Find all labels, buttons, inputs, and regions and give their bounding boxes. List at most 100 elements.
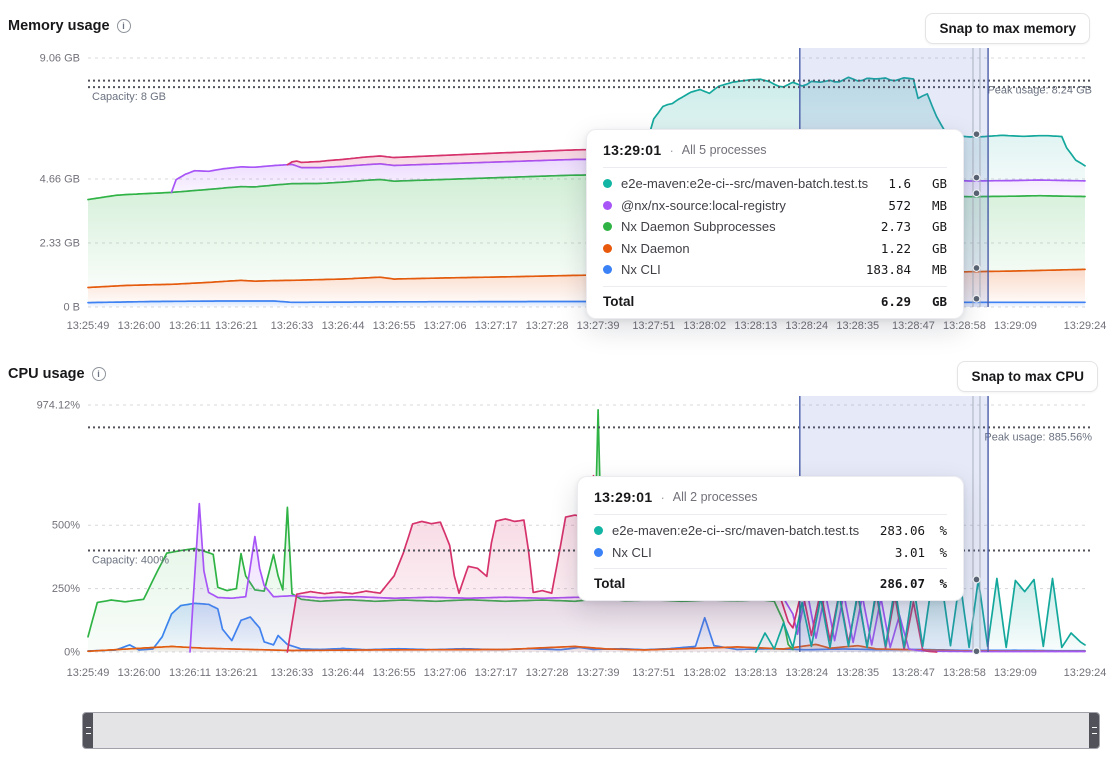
process-unit: MB — [920, 198, 947, 213]
cpu-tooltip: 13:29:01 · All 2 processes e2e-maven:e2e… — [577, 476, 964, 601]
nx-profiler-page: 9.06 GB4.66 GB2.33 GB0 BCapacity: 8 GBPe… — [0, 0, 1118, 761]
svg-text:13:28:35: 13:28:35 — [836, 667, 879, 679]
svg-text:13:25:49: 13:25:49 — [67, 667, 110, 679]
svg-text:13:27:06: 13:27:06 — [424, 667, 467, 679]
svg-text:13:27:17: 13:27:17 — [475, 320, 518, 332]
svg-text:13:27:39: 13:27:39 — [577, 667, 620, 679]
process-name: e2e-maven:e2e-ci--src/maven-batch.test.t… — [621, 176, 879, 191]
process-value: 283.06 — [880, 523, 925, 538]
tooltip-time: 13:29:01 — [594, 489, 652, 505]
tooltip-separator: · — [669, 143, 673, 158]
svg-text:13:28:02: 13:28:02 — [683, 667, 726, 679]
process-name: Nx CLI — [621, 262, 857, 277]
svg-text:0%: 0% — [64, 647, 80, 659]
svg-text:13:27:51: 13:27:51 — [632, 320, 675, 332]
tooltip-row: Nx Daemon Subprocesses 2.73 GB — [603, 216, 947, 238]
svg-text:13:26:44: 13:26:44 — [322, 667, 365, 679]
svg-text:13:25:49: 13:25:49 — [67, 320, 110, 332]
svg-text:13:29:24: 13:29:24 — [1064, 667, 1107, 679]
cpu-info-icon[interactable]: i — [92, 367, 106, 381]
process-unit: GB — [920, 241, 947, 256]
svg-text:9.06 GB: 9.06 GB — [40, 53, 80, 65]
process-name: Nx CLI — [612, 545, 886, 560]
svg-text:13:29:09: 13:29:09 — [994, 667, 1037, 679]
svg-text:974.12%: 974.12% — [37, 399, 81, 411]
scrollbar-handle-right[interactable] — [1089, 713, 1099, 748]
svg-text:500%: 500% — [52, 520, 80, 532]
snap-to-max-cpu-button[interactable]: Snap to max CPU — [957, 361, 1098, 392]
scrollbar-handle-left[interactable] — [83, 713, 93, 748]
process-value: 1.6 — [888, 176, 911, 191]
svg-text:13:26:00: 13:26:00 — [118, 320, 161, 332]
total-value: 6.29 — [881, 294, 911, 309]
memory-tooltip-header: 13:29:01 · All 5 processes — [603, 130, 947, 168]
memory-chart-title: Memory usage — [8, 18, 110, 34]
svg-text:13:27:28: 13:27:28 — [526, 320, 569, 332]
series-dot — [594, 548, 603, 557]
svg-text:13:29:24: 13:29:24 — [1064, 320, 1107, 332]
svg-text:13:27:28: 13:27:28 — [526, 667, 569, 679]
process-value: 183.84 — [866, 262, 911, 277]
memory-tooltip: 13:29:01 · All 5 processes e2e-maven:e2e… — [586, 129, 964, 319]
svg-text:13:28:13: 13:28:13 — [734, 667, 777, 679]
process-value: 1.22 — [881, 241, 911, 256]
memory-info-icon[interactable]: i — [117, 19, 131, 33]
tooltip-subtitle: All 5 processes — [682, 143, 767, 157]
series-dot — [603, 265, 612, 274]
total-unit: % — [934, 576, 947, 591]
memory-chart-header: Memory usage i — [8, 18, 131, 34]
total-label: Total — [603, 294, 872, 309]
svg-text:250%: 250% — [52, 583, 80, 595]
total-label: Total — [594, 576, 871, 591]
svg-text:13:26:55: 13:26:55 — [373, 667, 416, 679]
svg-text:0 B: 0 B — [63, 302, 80, 314]
svg-text:13:26:00: 13:26:00 — [118, 667, 161, 679]
grip-icon — [86, 727, 91, 734]
process-value: 3.01 — [895, 545, 925, 560]
svg-text:4.66 GB: 4.66 GB — [40, 173, 80, 185]
svg-text:13:28:02: 13:28:02 — [683, 320, 726, 332]
process-name: @nx/nx-source:local-registry — [621, 198, 879, 213]
svg-text:13:26:11: 13:26:11 — [169, 667, 211, 679]
total-value: 286.07 — [880, 576, 925, 591]
svg-text:13:28:13: 13:28:13 — [734, 320, 777, 332]
tooltip-row: Nx CLI 3.01 % — [594, 542, 947, 564]
tooltip-row: @nx/nx-source:local-registry 572 MB — [603, 195, 947, 217]
svg-text:13:28:24: 13:28:24 — [785, 320, 828, 332]
svg-text:13:26:21: 13:26:21 — [215, 667, 258, 679]
svg-text:13:28:47: 13:28:47 — [892, 320, 935, 332]
cpu-tooltip-header: 13:29:01 · All 2 processes — [594, 477, 947, 515]
svg-text:13:26:11: 13:26:11 — [169, 320, 211, 332]
series-dot — [594, 526, 603, 535]
svg-text:13:29:09: 13:29:09 — [994, 320, 1037, 332]
series-dot — [603, 179, 612, 188]
tooltip-row: Nx CLI 183.84 MB — [603, 259, 947, 281]
svg-text:13:27:51: 13:27:51 — [632, 667, 675, 679]
tooltip-row: e2e-maven:e2e-ci--src/maven-batch.test.t… — [603, 173, 947, 195]
process-unit: MB — [920, 262, 947, 277]
snap-to-max-memory-button[interactable]: Snap to max memory — [925, 13, 1090, 44]
process-unit: % — [934, 523, 947, 538]
tooltip-total-row: Total 286.07 % — [594, 568, 947, 600]
svg-text:13:27:06: 13:27:06 — [424, 320, 467, 332]
svg-text:13:28:47: 13:28:47 — [892, 667, 935, 679]
tooltip-subtitle: All 2 processes — [673, 490, 758, 504]
tooltip-separator: · — [660, 490, 664, 505]
svg-text:13:28:24: 13:28:24 — [785, 667, 828, 679]
svg-text:2.33 GB: 2.33 GB — [40, 237, 80, 249]
svg-text:13:27:39: 13:27:39 — [577, 320, 620, 332]
svg-text:13:27:17: 13:27:17 — [475, 667, 518, 679]
svg-text:13:26:33: 13:26:33 — [271, 667, 314, 679]
cpu-chart-title: CPU usage — [8, 366, 85, 382]
series-dot — [603, 244, 612, 253]
svg-text:13:28:58: 13:28:58 — [943, 667, 986, 679]
svg-text:13:28:58: 13:28:58 — [943, 320, 986, 332]
tooltip-total-row: Total 6.29 GB — [603, 286, 947, 318]
svg-text:13:28:35: 13:28:35 — [836, 320, 879, 332]
time-range-scrollbar[interactable] — [82, 712, 1100, 749]
total-unit: GB — [920, 294, 947, 309]
process-unit: GB — [920, 176, 947, 191]
process-name: e2e-maven:e2e-ci--src/maven-batch.test.t… — [612, 523, 871, 538]
tooltip-time: 13:29:01 — [603, 142, 661, 158]
svg-text:13:26:33: 13:26:33 — [271, 320, 314, 332]
